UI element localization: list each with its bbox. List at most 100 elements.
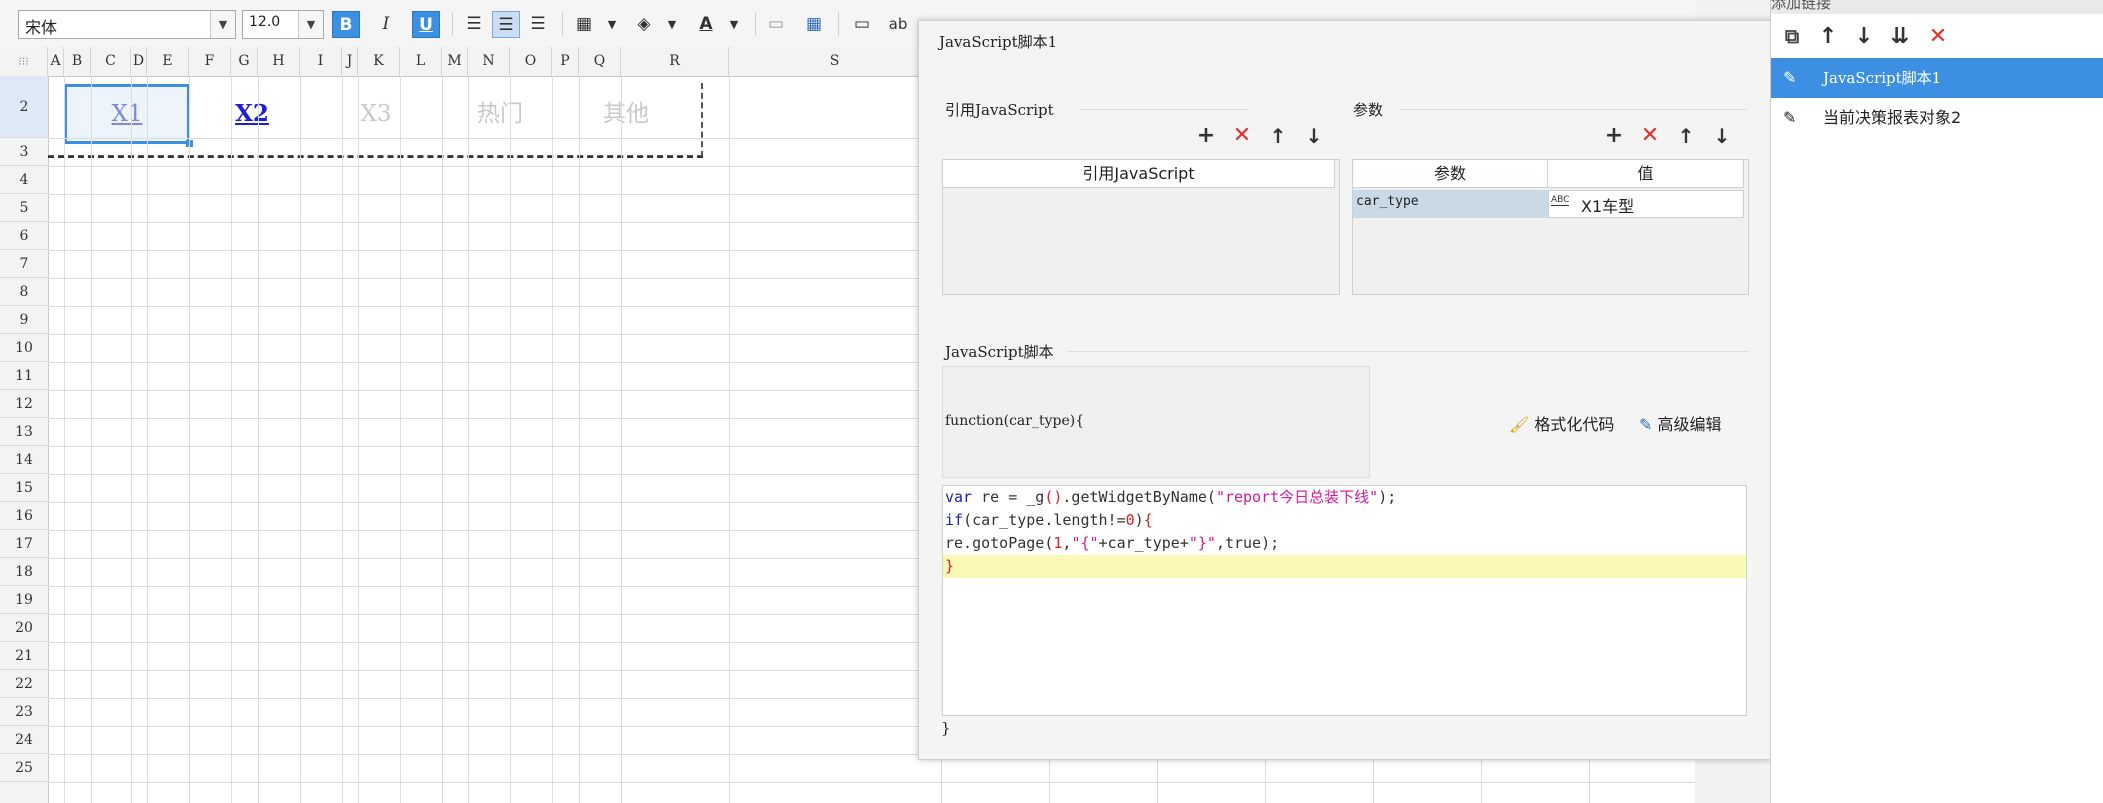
closing-brace: } — [941, 719, 951, 737]
copy-icon[interactable]: ⧉ — [1779, 24, 1805, 48]
code-token: (car_type.length!= — [963, 511, 1126, 529]
move-up-icon[interactable]: ↑ — [1673, 123, 1699, 149]
column-header-s[interactable]: S — [729, 47, 941, 76]
param-row-value[interactable]: ABC X1车型 — [1548, 190, 1744, 218]
code-line: if(car_type.length!=0){ — [945, 509, 1153, 532]
column-header-d[interactable]: D — [131, 47, 147, 76]
sort-icon[interactable]: ⇊ — [1887, 24, 1913, 49]
move-down-icon[interactable]: ↓ — [1301, 123, 1327, 149]
column-header-r[interactable]: R — [621, 47, 729, 76]
row-header-5[interactable]: 5 — [0, 194, 48, 222]
font-size-value: 12.0 — [249, 14, 281, 30]
grid-line — [300, 76, 301, 803]
table-icon[interactable]: ▦ — [800, 11, 828, 38]
row-header-17[interactable]: 17 — [0, 530, 48, 558]
row-header-2[interactable]: 2 — [0, 76, 48, 138]
add-icon[interactable]: + — [1193, 123, 1219, 149]
move-up-icon[interactable]: ↑ — [1815, 24, 1841, 49]
type-badge-icon[interactable]: ABC — [1551, 195, 1570, 206]
code-token: ,true); — [1215, 534, 1280, 552]
bold-button[interactable]: B — [332, 11, 360, 38]
row-header-23[interactable]: 23 — [0, 698, 48, 726]
column-header-i[interactable]: I — [300, 47, 342, 76]
row-header-14[interactable]: 14 — [0, 446, 48, 474]
select-all-corner[interactable]: ⁝⁝⁝ — [0, 47, 48, 76]
link-item-report[interactable]: ✎ 当前决策报表对象2 — [1771, 98, 2103, 138]
italic-button[interactable]: I — [372, 11, 400, 38]
column-header-a[interactable]: A — [48, 47, 64, 76]
grid-line — [468, 76, 469, 803]
param-row-name[interactable]: car_type — [1353, 190, 1548, 218]
row-header-19[interactable]: 19 — [0, 586, 48, 614]
row-header-20[interactable]: 20 — [0, 614, 48, 642]
column-header-p[interactable]: P — [552, 47, 579, 76]
format-code-button[interactable]: 🖌 格式化代码 — [1509, 411, 1614, 435]
column-header-o[interactable]: O — [510, 47, 552, 76]
add-icon[interactable]: + — [1601, 123, 1627, 149]
link-item-javascript[interactable]: ✎ JavaScript脚本1 — [1771, 58, 2103, 98]
align-left-icon[interactable]: ☰ — [460, 11, 488, 38]
move-down-icon[interactable]: ↓ — [1851, 24, 1877, 49]
underline-button[interactable]: U — [412, 11, 440, 38]
fill-color-icon[interactable]: ◈ — [630, 11, 658, 38]
merge-icon[interactable]: ▭ — [848, 11, 876, 38]
column-header-n[interactable]: N — [468, 47, 510, 76]
param-value: X1车型 — [1581, 197, 1635, 216]
row-header-13[interactable]: 13 — [0, 418, 48, 446]
row-header-22[interactable]: 22 — [0, 670, 48, 698]
row-header-9[interactable]: 9 — [0, 306, 48, 334]
code-editor[interactable]: var re = _g().getWidgetByName("report今日总… — [942, 485, 1747, 716]
font-family-select[interactable]: 宋体 ▼ — [18, 10, 236, 39]
row-header-24[interactable]: 24 — [0, 726, 48, 754]
code-token: re.gotoPage( — [945, 534, 1054, 552]
row-header-8[interactable]: 8 — [0, 278, 48, 306]
freeze-icon[interactable]: ▭ — [762, 11, 790, 38]
chevron-down-icon[interactable]: ▼ — [720, 11, 748, 38]
move-up-icon[interactable]: ↑ — [1265, 123, 1291, 149]
grid-line — [552, 76, 553, 803]
align-center-icon[interactable]: ☰ — [492, 11, 520, 38]
align-right-icon[interactable]: ☰ — [524, 11, 552, 38]
code-token: if — [945, 511, 964, 529]
row-header-6[interactable]: 6 — [0, 222, 48, 250]
row-header-15[interactable]: 15 — [0, 474, 48, 502]
row-header-18[interactable]: 18 — [0, 558, 48, 586]
chevron-down-icon[interactable]: ▼ — [658, 11, 686, 38]
chevron-down-icon[interactable]: ▼ — [298, 11, 323, 38]
edit-icon: ✎ — [1783, 68, 1797, 87]
column-header-j[interactable]: J — [342, 47, 358, 76]
border-icon[interactable]: ▦ — [570, 11, 598, 38]
column-header-f[interactable]: F — [189, 47, 231, 76]
font-size-select[interactable]: 12.0 ▼ — [242, 10, 324, 39]
row-header-11[interactable]: 11 — [0, 362, 48, 390]
column-header-b[interactable]: B — [64, 47, 91, 76]
column-header-m[interactable]: M — [442, 47, 468, 76]
column-header-e[interactable]: E — [147, 47, 189, 76]
row-header-25[interactable]: 25 — [0, 754, 48, 782]
code-token: "{" — [1071, 534, 1099, 552]
move-down-icon[interactable]: ↓ — [1709, 123, 1735, 149]
row-header-3[interactable]: 3 — [0, 138, 48, 166]
column-header-l[interactable]: L — [400, 47, 442, 76]
row-header-16[interactable]: 16 — [0, 502, 48, 530]
chevron-down-icon[interactable]: ▼ — [210, 11, 235, 38]
row-header-4[interactable]: 4 — [0, 166, 48, 194]
text-ab-icon[interactable]: ab — [884, 11, 912, 38]
row-header-21[interactable]: 21 — [0, 642, 48, 670]
row-header-12[interactable]: 12 — [0, 390, 48, 418]
column-header-g[interactable]: G — [231, 47, 258, 76]
row-header-10[interactable]: 10 — [0, 334, 48, 362]
column-header-h[interactable]: H — [258, 47, 300, 76]
advanced-edit-button[interactable]: ✎ 高级编辑 — [1639, 411, 1722, 435]
delete-icon[interactable]: ✕ — [1637, 123, 1663, 149]
font-color-icon[interactable]: A — [692, 11, 720, 38]
column-header-k[interactable]: K — [358, 47, 400, 76]
delete-icon[interactable]: ✕ — [1229, 123, 1255, 149]
row-header-7[interactable]: 7 — [0, 250, 48, 278]
column-header-c[interactable]: C — [91, 47, 131, 76]
panel-tab[interactable]: 添加链接 — [1771, 0, 1831, 13]
delete-icon[interactable]: ✕ — [1925, 24, 1951, 49]
column-header-q[interactable]: Q — [579, 47, 621, 76]
ref-js-list[interactable]: 引用JavaScript — [942, 159, 1340, 295]
chevron-down-icon[interactable]: ▼ — [598, 11, 626, 38]
